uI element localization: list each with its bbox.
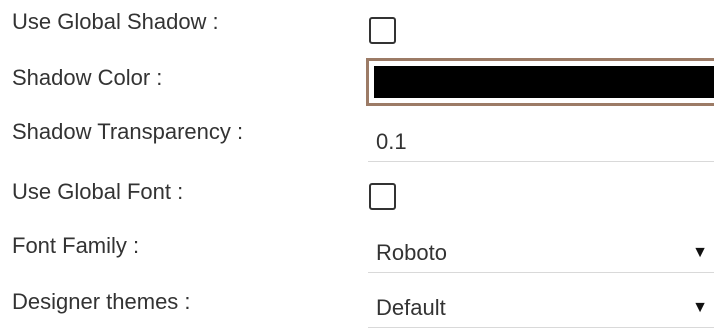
shadow-transparency-input[interactable]: 0.1: [368, 122, 714, 162]
use-global-font-label: Use Global Font :: [12, 179, 184, 204]
shadow-color-swatch: [374, 66, 714, 98]
font-family-select[interactable]: Roboto ▼: [368, 233, 714, 273]
font-family-label: Font Family :: [12, 233, 140, 258]
shadow-color-label: Shadow Color :: [12, 65, 163, 90]
designer-themes-select[interactable]: Default ▼: [368, 288, 714, 328]
caret-down-icon: ▼: [692, 299, 708, 316]
caret-down-icon: ▼: [692, 244, 708, 261]
font-family-selected-value: Roboto: [376, 240, 447, 265]
designer-themes-selected-value: Default: [376, 295, 446, 320]
designer-themes-label: Designer themes :: [12, 289, 191, 314]
use-global-shadow-label: Use Global Shadow :: [12, 9, 219, 34]
use-global-font-checkbox[interactable]: [369, 183, 396, 210]
shadow-transparency-label: Shadow Transparency :: [12, 119, 244, 144]
use-global-shadow-checkbox[interactable]: [369, 17, 396, 44]
shadow-color-picker[interactable]: [366, 58, 714, 106]
